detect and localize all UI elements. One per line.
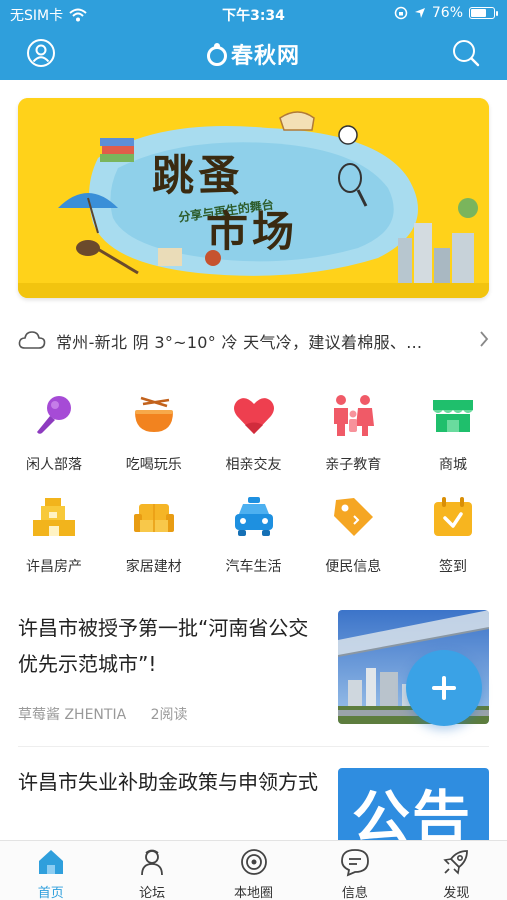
category-item-qinzi[interactable]: 亲子教育 — [305, 388, 401, 490]
status-bar: 无SIM卡 下午3:34 76% — [0, 0, 507, 28]
category-item-chihe[interactable]: 吃喝玩乐 — [106, 388, 202, 490]
category-label: 商城 — [439, 457, 467, 473]
logo-text: 春秋网 — [230, 44, 300, 69]
sofa-icon — [133, 504, 174, 532]
noodle-bowl-icon — [134, 396, 173, 432]
article-item[interactable]: 许昌市失业补助金政策与申领方式 公告 — [0, 764, 507, 840]
weather-bar[interactable]: 常州-新北 阴 3°~10° 冷 天气冷，建议着棉服、… — [0, 322, 507, 358]
article-meta: 草莓酱 ZHENTIA 2阅读 — [18, 704, 188, 724]
app-screen: 无SIM卡 下午3:34 76% 春秋网 分享与再生的舞台 跳蚤 市场 常州-新… — [0, 0, 507, 900]
heart-icon — [233, 398, 274, 434]
tab-discover[interactable]: 发现 — [406, 841, 507, 900]
thumbnail-text: 公告 — [352, 784, 473, 840]
category-label: 吃喝玩乐 — [125, 457, 182, 473]
category-item-xianren[interactable]: 闲人部落 — [6, 388, 102, 490]
weather-text: 常州-新北 阴 3°~10° 冷 天气冷，建议着棉服、… — [56, 333, 423, 352]
category-label: 汽车生活 — [225, 559, 282, 575]
banner-title-line2: 市场 — [206, 207, 299, 256]
tag-icon — [334, 498, 374, 536]
tab-local-circle[interactable]: 本地圈 — [203, 841, 304, 900]
car-icon — [234, 497, 273, 536]
tab-label: 本地圈 — [234, 886, 274, 900]
location-arrow-icon — [414, 8, 425, 18]
category-item-bianmin[interactable]: 便民信息 — [305, 490, 401, 592]
tab-forum[interactable]: 论坛 — [101, 841, 202, 900]
category-label: 亲子教育 — [325, 457, 382, 473]
tab-messages[interactable]: 信息 — [304, 841, 405, 900]
category-label: 签到 — [439, 559, 467, 575]
app-logo: 春秋网 — [0, 38, 507, 70]
category-label: 家居建材 — [125, 559, 182, 575]
category-grid: 闲人部落 吃喝玩乐 相亲交友 亲子教育 商城 许昌房产 家居建材 汽车生活 便民… — [0, 388, 507, 592]
category-item-qiche[interactable]: 汽车生活 — [206, 490, 302, 592]
rotation-lock-icon — [394, 6, 408, 20]
building-icon — [33, 498, 75, 536]
tab-label: 首页 — [37, 886, 64, 900]
cloud-icon — [18, 331, 46, 349]
logo-icon — [206, 43, 227, 66]
article-author: 草莓酱 ZHENTIA — [18, 707, 127, 723]
message-icon — [341, 849, 369, 877]
category-item-qiandao[interactable]: 签到 — [405, 490, 501, 592]
category-row: 许昌房产 家居建材 汽车生活 便民信息 签到 — [0, 490, 507, 592]
rocket-icon — [443, 850, 469, 875]
calendar-check-icon — [434, 497, 472, 536]
category-item-xiangqin[interactable]: 相亲交友 — [206, 388, 302, 490]
local-circle-icon — [240, 849, 267, 875]
flea-market-banner[interactable]: 分享与再生的舞台 跳蚤 市场 — [18, 98, 489, 298]
search-icon[interactable] — [451, 38, 481, 68]
forum-icon — [141, 849, 164, 876]
add-post-button[interactable] — [406, 650, 482, 726]
article-divider — [18, 746, 489, 747]
category-label: 相亲交友 — [225, 457, 282, 473]
home-icon — [38, 850, 63, 874]
article-reads: 2阅读 — [150, 707, 188, 723]
category-item-shangcheng[interactable]: 商城 — [405, 388, 501, 490]
category-label: 便民信息 — [325, 559, 382, 575]
chevron-right-icon — [480, 331, 489, 347]
article-title: 许昌市失业补助金政策与申领方式 — [18, 770, 318, 794]
tab-label: 论坛 — [139, 886, 166, 900]
shop-icon — [433, 400, 473, 432]
category-item-fangchan[interactable]: 许昌房产 — [6, 490, 102, 592]
article-thumbnail: 公告 — [338, 768, 489, 840]
tab-label: 信息 — [341, 886, 368, 900]
category-row: 闲人部落 吃喝玩乐 相亲交友 亲子教育 商城 — [0, 388, 507, 490]
article-title: 许昌市被授予第一批“河南省公交优先示范城市”! — [18, 616, 309, 676]
category-item-jiaju[interactable]: 家居建材 — [106, 490, 202, 592]
microphone-icon — [37, 396, 71, 434]
app-header: 无SIM卡 下午3:34 76% 春秋网 — [0, 0, 507, 80]
battery-fill — [471, 9, 486, 17]
banner-title-line1: 跳蚤 — [152, 151, 245, 200]
tab-home[interactable]: 首页 — [0, 841, 101, 900]
bottom-tab-bar: 首页 论坛 本地圈 信息 发现 — [0, 840, 507, 900]
battery-icon — [469, 7, 498, 19]
tab-label: 发现 — [443, 886, 470, 900]
family-icon — [334, 395, 375, 436]
battery-percent: 76% — [431, 5, 463, 21]
category-label: 许昌房产 — [26, 559, 82, 575]
category-label: 闲人部落 — [26, 457, 82, 473]
